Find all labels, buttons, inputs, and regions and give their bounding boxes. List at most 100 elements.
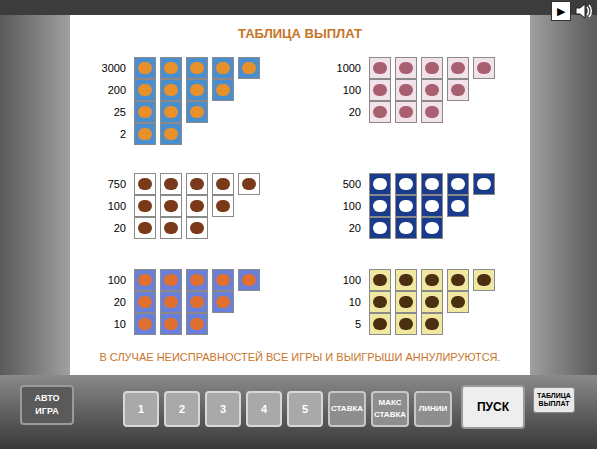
number-button[interactable]: 2 <box>164 391 200 427</box>
auto-button[interactable]: АВТО ИГРА <box>20 385 74 425</box>
pay-row: 100 <box>327 269 530 291</box>
symbol-icon <box>186 313 208 335</box>
pay-row: 1000 <box>327 57 530 79</box>
payout: 5 <box>327 316 361 333</box>
pay-row: 20 <box>327 101 530 123</box>
symbol-icon <box>395 291 417 313</box>
number-button[interactable]: 5 <box>287 391 323 427</box>
pay-row: 5 <box>327 313 530 335</box>
pay-group: 100 10 5 <box>327 269 530 335</box>
control-button[interactable]: МАКС СТАВКА <box>371 391 409 427</box>
symbol-icon <box>421 101 443 123</box>
payout: 2 <box>92 126 126 143</box>
symbol-icon <box>473 173 495 195</box>
symbol-icon <box>134 57 156 79</box>
symbol-icon <box>212 195 234 217</box>
payout: 10 <box>327 294 361 311</box>
symbol-icon <box>421 291 443 313</box>
sound-controls: ▶ <box>551 1 594 21</box>
symbol-icon <box>395 313 417 335</box>
symbol-icon <box>160 291 182 313</box>
payout: 3000 <box>92 60 126 77</box>
symbol-icon <box>395 79 417 101</box>
symbol-icon <box>186 57 208 79</box>
symbol-icon <box>186 291 208 313</box>
payout: 20 <box>92 294 126 311</box>
symbol-icon <box>421 313 443 335</box>
symbol-icon <box>369 291 391 313</box>
symbol-icon <box>395 101 417 123</box>
symbol-icon <box>160 173 182 195</box>
symbol-icon <box>160 101 182 123</box>
pay-row: 200 <box>92 79 300 101</box>
pay-group: 500 100 20 <box>327 173 530 239</box>
symbol-icon <box>369 269 391 291</box>
symbol-icon <box>160 79 182 101</box>
pay-group: 1002010 <box>92 269 300 335</box>
symbol-icon <box>369 195 391 217</box>
symbol-icon <box>186 269 208 291</box>
paytable-button[interactable]: ТАБЛИЦА ВЫПЛАТ <box>533 387 575 413</box>
payout: 10 <box>92 316 126 333</box>
paytable-panel: ТАБЛИЦА ВЫПЛАТ30002002521000100207501002… <box>70 15 530 375</box>
symbol-icon <box>212 79 234 101</box>
payout: 100 <box>327 198 361 215</box>
symbol-icon <box>369 101 391 123</box>
symbol-icon <box>134 195 156 217</box>
symbol-icon <box>395 195 417 217</box>
symbol-icon <box>160 313 182 335</box>
symbol-icon <box>369 217 391 239</box>
pay-row: 100 <box>327 79 530 101</box>
symbol-icon <box>421 195 443 217</box>
symbol-icon <box>473 57 495 79</box>
symbol-icon <box>186 79 208 101</box>
notice: В СЛУЧАЕ НЕИСПРАВНОСТЕЙ ВСЕ ИГРЫ И ВЫИГР… <box>70 350 530 364</box>
payout: 100 <box>327 272 361 289</box>
number-button[interactable]: 3 <box>205 391 241 427</box>
symbol-icon <box>212 291 234 313</box>
symbol-icon <box>473 269 495 291</box>
symbol-icon <box>447 79 469 101</box>
symbol-icon <box>134 101 156 123</box>
symbol-icon <box>447 291 469 313</box>
pay-row: 100 <box>92 195 300 217</box>
speaker-icon[interactable] <box>574 1 594 21</box>
pay-groups: 3000200252100010020750100205001002010020… <box>70 57 530 341</box>
pay-row: 20 <box>92 217 300 239</box>
symbol-icon <box>160 57 182 79</box>
pay-group: 750 100 20 <box>92 173 300 239</box>
symbol-icon <box>134 269 156 291</box>
number-button[interactable]: 4 <box>246 391 282 427</box>
pay-row: 10 <box>327 291 530 313</box>
symbol-icon <box>186 173 208 195</box>
symbol-icon <box>447 195 469 217</box>
control-button[interactable]: СТАВКА <box>328 391 366 427</box>
pay-row: 20 <box>327 217 530 239</box>
symbol-icon <box>238 269 260 291</box>
number-button[interactable]: 1 <box>123 391 159 427</box>
pay-group: 1000100 20 <box>327 57 530 123</box>
spin-button[interactable]: ПУСК <box>461 385 525 429</box>
symbol-icon <box>447 173 469 195</box>
symbol-icon <box>238 57 260 79</box>
pay-row: 750 <box>92 173 300 195</box>
top-bar <box>0 0 597 15</box>
symbol-icon <box>395 57 417 79</box>
pay-group: 3000200252 <box>92 57 300 145</box>
payout: 100 <box>92 198 126 215</box>
pay-row: 20 <box>92 291 300 313</box>
symbol-icon <box>212 173 234 195</box>
symbol-icon <box>160 269 182 291</box>
pay-row: 100 <box>327 195 530 217</box>
console: АВТО ИГРА 12345СТАВКАМАКС СТАВКАЛИНИИПУСК… <box>0 375 597 449</box>
payout: 200 <box>92 82 126 99</box>
payout: 500 <box>327 176 361 193</box>
control-button[interactable]: ЛИНИИ <box>414 391 452 427</box>
right-frame <box>530 15 597 375</box>
payout: 20 <box>327 104 361 121</box>
play-button[interactable]: ▶ <box>551 1 571 21</box>
symbol-icon <box>395 217 417 239</box>
symbol-icon <box>134 173 156 195</box>
slot-machine: ▶ТАБЛИЦА ВЫПЛАТ3000200252100010020750100… <box>0 0 597 449</box>
symbol-icon <box>421 173 443 195</box>
